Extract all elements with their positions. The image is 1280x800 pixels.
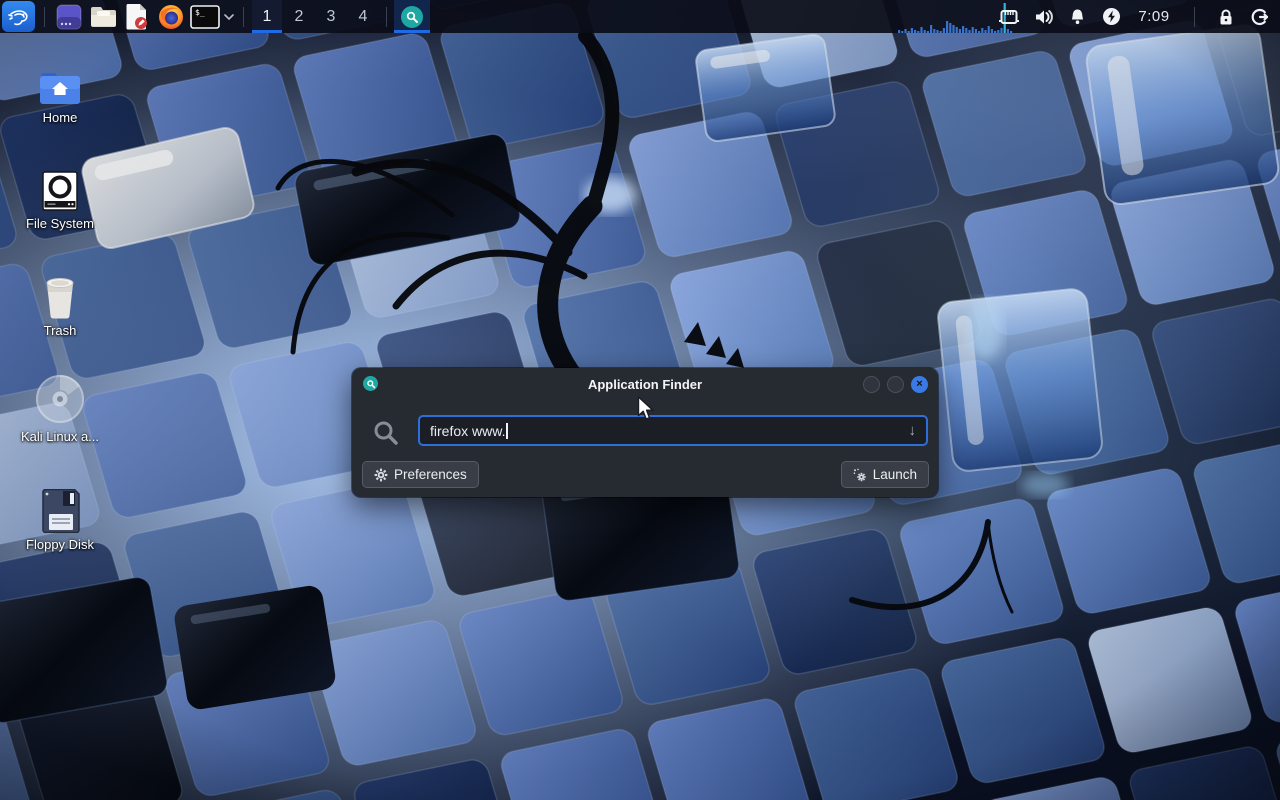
network-icon[interactable] (999, 7, 1019, 27)
text-editor-icon (125, 3, 149, 30)
launch-button[interactable]: Launch (841, 461, 929, 488)
workspace-button-4[interactable]: 4 (348, 0, 378, 33)
desktop-icon-label: Floppy Disk (12, 537, 108, 553)
desktop-icon-home[interactable]: Home (12, 50, 108, 126)
panel-separator (1194, 7, 1195, 27)
minimize-button[interactable] (863, 376, 880, 393)
svg-text:$_: $_ (195, 8, 205, 17)
panel-separator (243, 7, 244, 27)
lock-screen-icon[interactable] (1216, 7, 1236, 27)
application-finder-window: Application Finder × firefox www. ↓ (352, 368, 938, 497)
floppy-disk-icon (12, 477, 108, 533)
launcher-text-editor[interactable] (120, 0, 154, 33)
close-button[interactable]: × (911, 376, 928, 393)
maximize-button[interactable] (887, 376, 904, 393)
kali-logo-icon (7, 5, 31, 29)
preferences-label: Preferences (394, 467, 467, 482)
run-gear-icon (853, 468, 867, 482)
firefox-icon (158, 4, 184, 30)
notifications-bell-icon[interactable] (1067, 7, 1087, 27)
terminal-dropdown-chevron[interactable] (222, 0, 236, 33)
desktop-icon-label: Kali Linux a... (12, 429, 108, 445)
power-manager-icon[interactable] (1101, 7, 1121, 27)
cd-disc-icon (12, 369, 108, 425)
search-query-text: firefox www. (430, 423, 505, 439)
workspace-button-2[interactable]: 2 (284, 0, 314, 33)
panel-separator (386, 7, 387, 27)
launch-label: Launch (873, 467, 917, 482)
desktop-icon-trash[interactable]: Trash (12, 263, 108, 339)
dropdown-arrow-icon[interactable]: ↓ (909, 422, 917, 439)
workspace-button-1[interactable]: 1 (252, 0, 282, 33)
hard-drive-icon (12, 156, 108, 212)
logout-icon[interactable] (1250, 7, 1270, 27)
launcher-firefox-browser[interactable] (154, 0, 188, 33)
text-caret (506, 423, 508, 439)
terminal-icon: $_ (190, 5, 220, 29)
panel-separator (44, 7, 45, 27)
mouse-cursor (637, 396, 657, 422)
clock[interactable]: 7:09 (1135, 8, 1173, 25)
window-app-icon (56, 4, 82, 30)
home-folder-icon (12, 50, 108, 106)
workspace-button-3[interactable]: 3 (316, 0, 346, 33)
search-input[interactable]: firefox www. ↓ (418, 415, 928, 446)
search-icon (372, 419, 400, 452)
volume-icon[interactable] (1033, 7, 1053, 27)
desktop-icon-floppy-disk[interactable]: Floppy Disk (12, 477, 108, 553)
taskbar-application-finder[interactable] (394, 0, 430, 33)
desktop-icon-file-system[interactable]: File System (12, 156, 108, 232)
desktop-icon-label: Home (12, 110, 108, 126)
file-manager-icon (90, 5, 117, 29)
launcher-terminal[interactable]: $_ (188, 0, 222, 33)
application-finder-icon (401, 6, 423, 28)
launcher-file-manager[interactable] (86, 0, 120, 33)
trash-bin-icon (12, 263, 108, 319)
desktop-icon-label: File System (12, 216, 108, 232)
launcher-window-app[interactable] (52, 0, 86, 33)
window-title: Application Finder (352, 377, 938, 392)
desktop-icon-label: Trash (12, 323, 108, 339)
gear-icon (374, 468, 388, 482)
desktop: { "panel": { "workspaces": ["1", "2", "3… (0, 0, 1280, 800)
desktop-icon-kali-linux[interactable]: Kali Linux a... (12, 369, 108, 445)
preferences-button[interactable]: Preferences (362, 461, 479, 488)
applications-menu-button[interactable] (2, 1, 35, 32)
top-panel: $_ 1 2 3 4 (0, 0, 1280, 33)
chevron-down-icon (224, 14, 234, 20)
